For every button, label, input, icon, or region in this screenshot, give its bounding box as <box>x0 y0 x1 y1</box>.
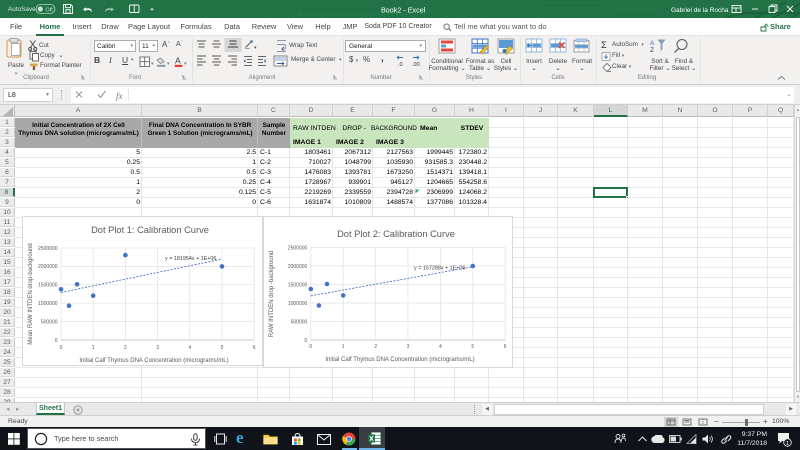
svg-text:0: 0 <box>60 345 63 351</box>
svg-text:A: A <box>650 40 655 47</box>
svg-text:1000000: 1000000 <box>288 301 308 307</box>
svg-text:Dot Plot 1: Calibration Curve: Dot Plot 1: Calibration Curve <box>91 225 209 235</box>
svg-text:Dot Plot 2: Calibration Curve: Dot Plot 2: Calibration Curve <box>337 229 455 239</box>
svg-text:Gabriel de la Rocha: Gabriel de la Rocha <box>671 7 729 14</box>
svg-text:Off: Off <box>46 7 54 13</box>
svg-text:3: 3 <box>407 344 410 350</box>
svg-text:▾: ▾ <box>184 61 187 67</box>
svg-text:RAW INTDEN drop -background: RAW INTDEN drop -background <box>269 251 275 337</box>
svg-text:y = 181954x + 1E+06: y = 181954x + 1E+06 <box>165 256 216 262</box>
svg-text:y = 157288x + 1E+06: y = 157288x + 1E+06 <box>414 266 465 272</box>
svg-text:Z: Z <box>650 47 654 54</box>
svg-text:1: 1 <box>786 441 789 447</box>
svg-text:Initial Calf Thymus DNA Concen: Initial Calf Thymus DNA Concentration (m… <box>325 357 474 363</box>
svg-text:6: 6 <box>504 344 507 350</box>
svg-text:0: 0 <box>309 344 312 350</box>
svg-text:A: A <box>175 56 181 66</box>
svg-text:.00: .00 <box>412 62 420 68</box>
svg-text:4: 4 <box>188 345 191 351</box>
svg-text:2500000: 2500000 <box>288 245 308 251</box>
svg-text:1000000: 1000000 <box>38 301 58 307</box>
svg-text:2000000: 2000000 <box>288 264 308 270</box>
svg-text:500000: 500000 <box>41 319 58 325</box>
svg-text:3: 3 <box>156 345 159 351</box>
svg-text:fx: fx <box>116 91 123 101</box>
svg-text:0: 0 <box>305 338 308 344</box>
svg-text:1500000: 1500000 <box>288 282 308 288</box>
svg-text:1: 1 <box>92 345 95 351</box>
svg-text:1500000: 1500000 <box>38 283 58 289</box>
svg-text:▾: ▾ <box>254 45 257 51</box>
svg-text:4: 4 <box>439 344 442 350</box>
svg-text:.0: .0 <box>398 62 403 68</box>
svg-text:Initial Calf Thymus DNA Concen: Initial Calf Thymus DNA Concentration (m… <box>79 358 228 364</box>
svg-text:5: 5 <box>471 344 474 350</box>
svg-text:2500000: 2500000 <box>38 246 58 252</box>
svg-text:Book2 - Excel: Book2 - Excel <box>381 6 426 15</box>
svg-text:Mean RAW INTDEN drop-backgroun: Mean RAW INTDEN drop-background <box>28 243 34 344</box>
svg-text:6: 6 <box>253 345 256 351</box>
svg-text:Σ: Σ <box>601 40 607 51</box>
svg-text:500000: 500000 <box>291 319 308 325</box>
svg-text:AutoSave: AutoSave <box>8 6 36 13</box>
svg-text:2: 2 <box>124 345 127 351</box>
svg-text:1: 1 <box>342 344 345 350</box>
svg-text:2: 2 <box>374 344 377 350</box>
svg-text:2000000: 2000000 <box>38 264 58 270</box>
svg-text:▾: ▾ <box>167 61 170 67</box>
svg-text:5: 5 <box>221 345 224 351</box>
svg-text:0: 0 <box>55 338 58 344</box>
svg-text:▾: ▾ <box>151 61 154 67</box>
